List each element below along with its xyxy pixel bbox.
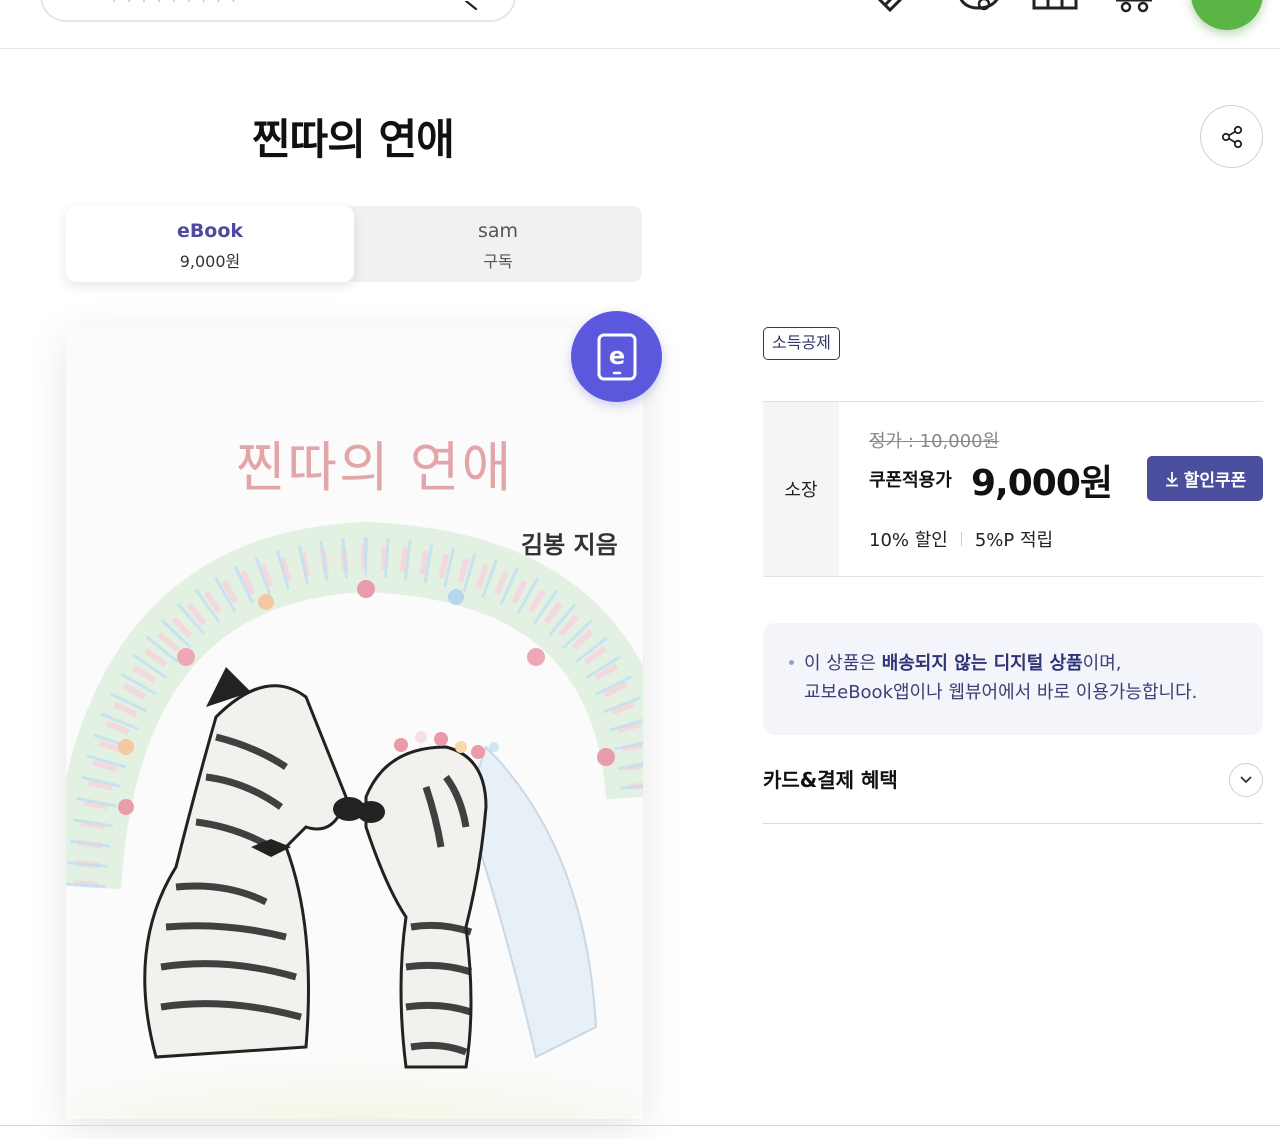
- notice-suffix: 이며,: [1082, 653, 1122, 674]
- tab-sam[interactable]: sam 구독: [354, 206, 642, 282]
- tab-ebook-label: eBook: [176, 220, 244, 242]
- chevron-down-icon[interactable]: [1229, 763, 1263, 797]
- tab-ebook[interactable]: eBook 9,000원: [66, 206, 354, 282]
- share-icon: [1221, 125, 1242, 148]
- page-title: 찐따의 연애: [252, 115, 455, 164]
- digital-product-notice: 이 상품은 배송되지 않는 디지털 상품이며, 교보eBook앱이나 웹뷰어에서…: [763, 623, 1263, 735]
- price-box: 소장 정가 : 10,000원 쿠폰적용가 9,000원 할인쿠폰 10% 할인…: [763, 401, 1263, 577]
- page-divider: [0, 1125, 1280, 1126]
- ownership-label: 소장: [763, 402, 839, 576]
- search-input[interactable]: · · · · · · · · ·: [40, 0, 516, 22]
- format-tabs: eBook 9,000원 sam 구독: [66, 206, 642, 282]
- badge-letter: e: [608, 342, 624, 370]
- tab-sam-sub: 구독: [483, 252, 513, 271]
- tab-ebook-price: 9,000원: [179, 252, 241, 271]
- notice-strong: 배송되지 않는 디지털 상품: [881, 653, 1083, 674]
- notice-prefix: 이 상품은: [804, 653, 882, 674]
- cover-author: 김봉 지음: [521, 530, 618, 559]
- divider: [960, 532, 962, 546]
- ebook-badge: e: [571, 311, 662, 402]
- tab-sam-label: sam: [477, 220, 519, 242]
- download-icon: [1165, 471, 1178, 486]
- price-meta: 10% 할인 5%P 적립: [869, 526, 1053, 552]
- discount-coupon-button[interactable]: 할인쿠폰: [1147, 456, 1263, 501]
- discount-coupon-label: 할인쿠폰: [1183, 471, 1247, 491]
- cover-title: 찐따의 연애: [235, 436, 514, 499]
- card-payment-benefits[interactable]: 카드&결제 혜택: [763, 760, 1263, 824]
- book-cover[interactable]: 찐따의 연애 김봉 지음: [66, 327, 643, 1119]
- search-icon[interactable]: [462, 0, 482, 15]
- top-header: · · · · · · · · ·: [0, 0, 1280, 49]
- income-deduction-tag: 소득공제: [763, 327, 840, 360]
- ticket-icon[interactable]: [872, 0, 922, 16]
- share-button[interactable]: [1200, 105, 1263, 168]
- notice-line-2: 교보eBook앱이나 웹뷰어에서 바로 이용가능합니다.: [804, 682, 1198, 703]
- bullet-icon: [789, 659, 794, 665]
- store-icon[interactable]: [1030, 0, 1080, 16]
- menu-green-icon[interactable]: [1191, 0, 1263, 30]
- coupon-price-label: 쿠폰적용가: [869, 470, 952, 491]
- sale-price: 9,000원: [971, 463, 1113, 504]
- discount-rate: 10% 할인: [869, 530, 948, 551]
- chat-bubble-icon[interactable]: [954, 0, 1004, 16]
- point-rate: 5%P 적립: [974, 530, 1054, 551]
- card-benefit-label: 카드&결제 혜택: [763, 768, 898, 792]
- cart-icon[interactable]: [1112, 0, 1162, 16]
- tablet-icon: e: [597, 333, 636, 380]
- search-placeholder: · · · · · · · · ·: [112, 0, 239, 10]
- notice-line-1: 이 상품은 배송되지 않는 디지털 상품이며,: [789, 649, 1239, 678]
- list-price: 정가 : 10,000원: [869, 431, 1000, 452]
